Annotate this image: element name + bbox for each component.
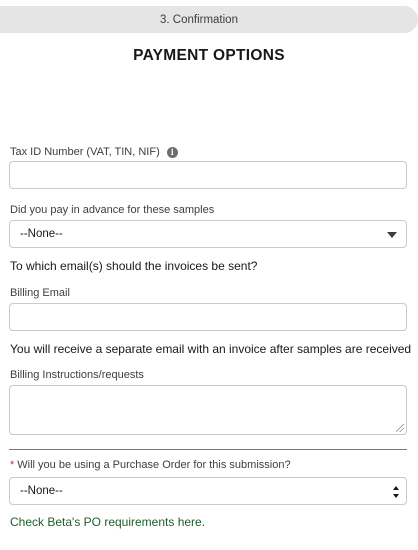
info-icon[interactable]: i (166, 146, 178, 158)
paid-advance-select[interactable]: --None-- (9, 220, 407, 248)
billing-email-input[interactable] (9, 303, 407, 331)
purchase-order-label: * Will you be using a Purchase Order for… (10, 459, 291, 471)
paid-advance-selected: --None-- (20, 228, 63, 240)
invoice-email-question: To which email(s) should the invoices be… (10, 259, 258, 273)
page-title: PAYMENT OPTIONS (133, 47, 285, 64)
chevron-down-icon (387, 232, 397, 238)
resize-handle-icon[interactable] (396, 424, 404, 432)
progress-step-confirmation: 3. Confirmation (0, 6, 418, 33)
tax-id-label-text: Tax ID Number (VAT, TIN, NIF) (10, 146, 160, 158)
purchase-order-label-text: Will you be using a Purchase Order for t… (17, 459, 291, 471)
purchase-order-select[interactable]: --None-- (9, 477, 407, 505)
paid-advance-label: Did you pay in advance for these samples (10, 204, 215, 216)
step-label: 3. Confirmation (160, 13, 238, 26)
billing-instructions-textarea[interactable] (9, 385, 407, 435)
tax-id-label: Tax ID Number (VAT, TIN, NIF) i (10, 146, 178, 158)
select-arrows-icon (393, 486, 399, 498)
po-requirements-link[interactable]: Check Beta's PO requirements here. (10, 515, 205, 529)
required-asterisk: * (10, 459, 15, 471)
billing-email-label: Billing Email (10, 287, 70, 299)
purchase-order-selected: --None-- (20, 485, 63, 497)
tax-id-input[interactable] (9, 161, 407, 189)
invoice-notice: You will receive a separate email with a… (10, 342, 412, 356)
section-divider (9, 449, 407, 450)
billing-instructions-label: Billing Instructions/requests (10, 369, 144, 381)
